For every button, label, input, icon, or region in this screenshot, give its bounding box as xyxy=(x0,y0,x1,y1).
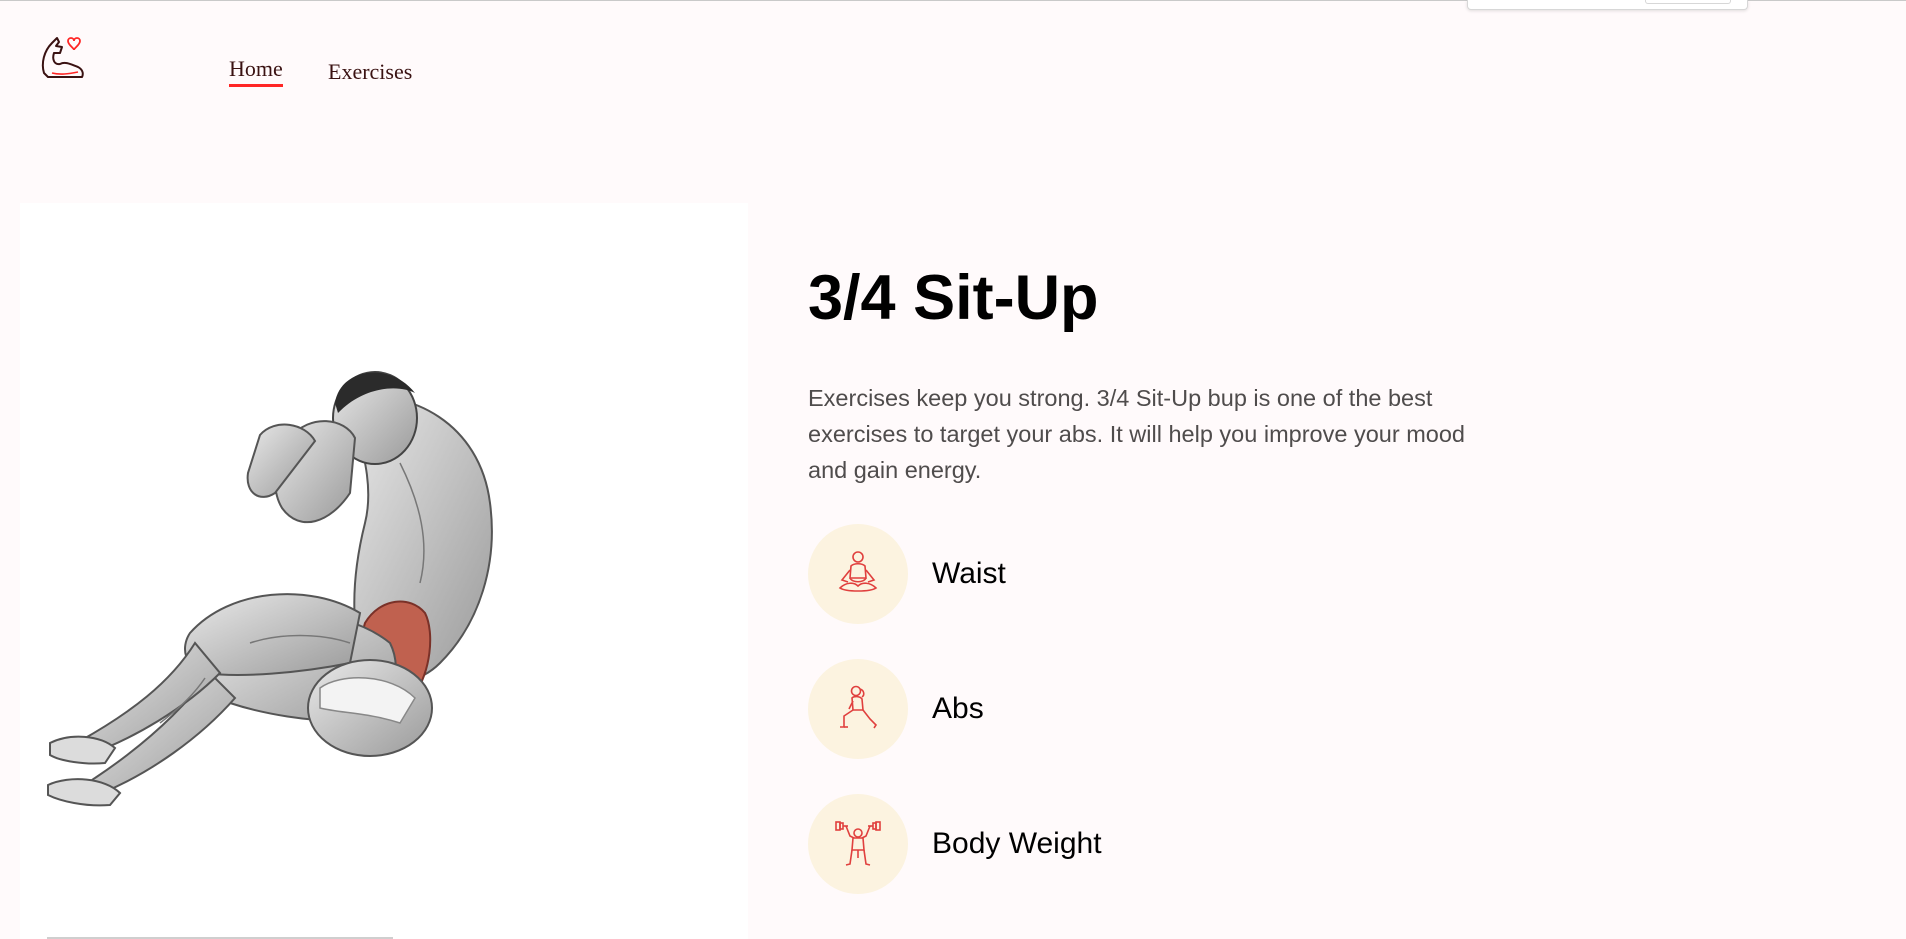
exercise-image xyxy=(20,203,748,939)
detail-label-abs: Abs xyxy=(932,692,984,725)
lunge-woman-icon xyxy=(840,685,878,729)
detail-icon-circle xyxy=(808,659,908,759)
meditation-pose-icon xyxy=(838,551,878,592)
dumbbell-lift-icon xyxy=(835,821,881,866)
detail-label-waist: Waist xyxy=(932,557,1006,590)
floating-search-button[interactable] xyxy=(1645,0,1731,4)
flexed-bicep-heart-icon xyxy=(41,37,84,78)
detail-label-body-weight: Body Weight xyxy=(932,827,1102,860)
nav-home-link[interactable]: Home xyxy=(229,56,283,87)
exercise-title: 3/4 Sit-Up xyxy=(808,263,1099,333)
detail-item-abs: Abs xyxy=(808,659,984,759)
detail-icon-circle xyxy=(808,524,908,624)
nav-exercises-link[interactable]: Exercises xyxy=(328,59,412,85)
muscle-figure-sit-up-icon xyxy=(47,371,493,807)
detail-item-body-weight: Body Weight xyxy=(808,794,1102,894)
detail-icon-circle xyxy=(808,794,908,894)
detail-item-waist: Waist xyxy=(808,524,1006,624)
logo[interactable] xyxy=(38,33,88,83)
exercise-description: Exercises keep you strong. 3/4 Sit-Up bu… xyxy=(808,385,1465,483)
floating-search-box[interactable] xyxy=(1467,0,1748,10)
